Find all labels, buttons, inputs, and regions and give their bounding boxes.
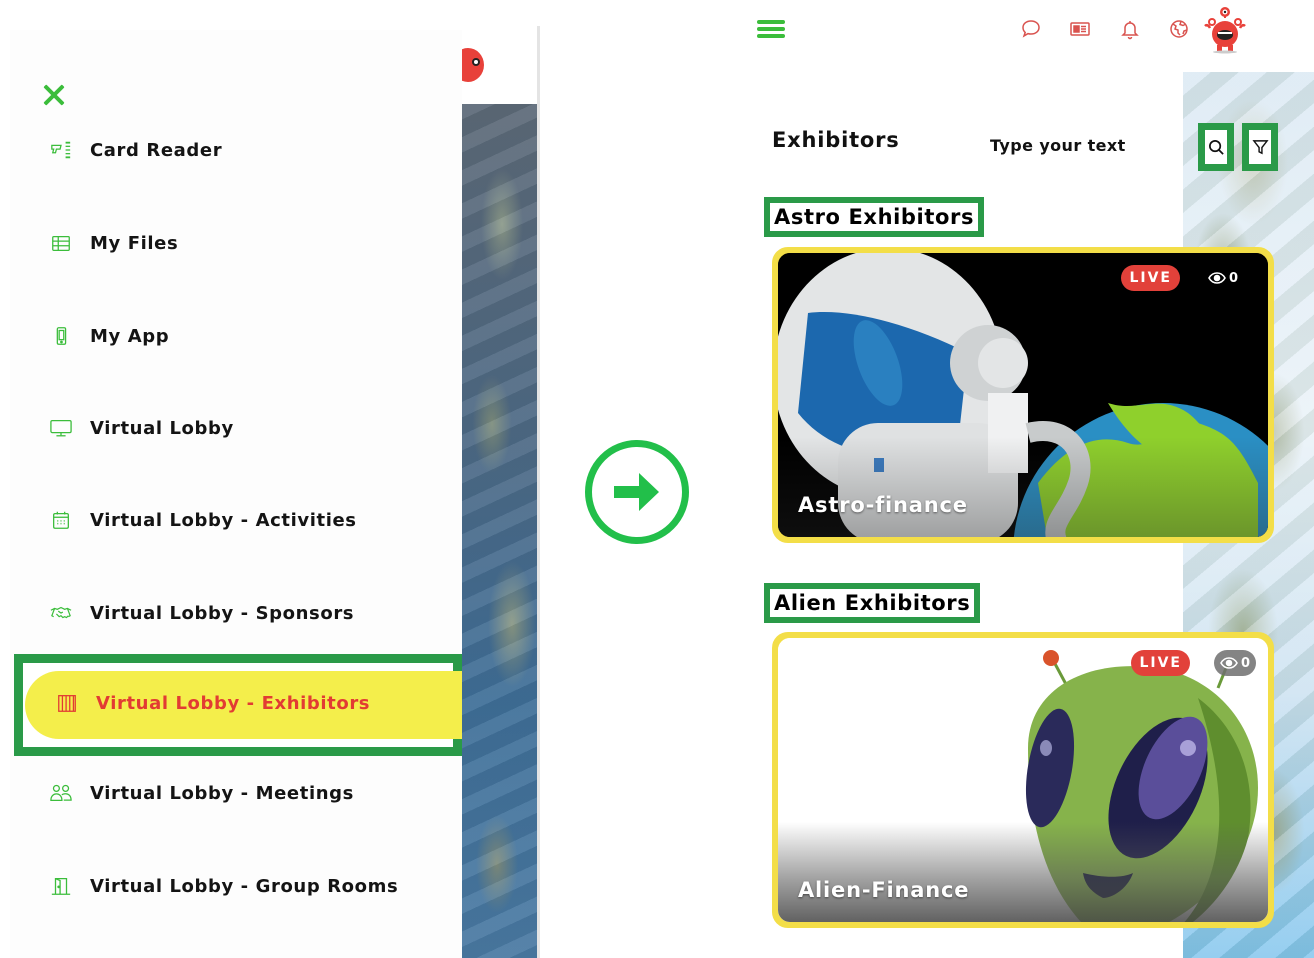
close-icon[interactable] [42,83,66,107]
search-input[interactable] [990,131,1190,159]
users-icon [48,782,74,804]
menu-item-virtual-lobby-group-rooms[interactable]: Virtual Lobby - Group Rooms [48,871,398,901]
mobile-phone-icon [48,325,74,347]
monitor-icon [48,417,74,439]
chat-icon[interactable] [1020,18,1042,40]
menu-item-label: Virtual Lobby - Meetings [90,782,354,804]
exhibitor-card-astro[interactable]: LIVE 0 Astro-finance [772,247,1274,543]
viewer-count: 0 [1202,265,1244,291]
background-image-peek [462,104,537,958]
eye-icon [1208,272,1226,284]
door-icon [48,875,74,897]
filter-icon [1251,139,1269,154]
exhibitor-card-alien[interactable]: LIVE 0 Alien-Finance [772,632,1274,928]
menu-item-label: My App [90,325,170,347]
eye-icon [1220,657,1238,669]
card-image: LIVE 0 Alien-Finance [778,638,1268,922]
calendar-icon [48,509,74,531]
menu-item-label: Virtual Lobby - Activities [90,509,357,531]
table-icon [48,232,74,254]
page-title: Exhibitors [772,128,900,152]
menu-item-virtual-lobby-sponsors[interactable]: Virtual Lobby - Sponsors [48,598,354,628]
menu-item-label: Virtual Lobby - Sponsors [90,602,355,624]
card-title: Astro-finance [798,493,968,517]
hamburger-icon[interactable] [757,18,785,40]
search-icon [1208,139,1224,155]
menu-item-label: Virtual Lobby [90,417,234,439]
monster-avatar[interactable] [1202,6,1248,54]
globe-icon[interactable] [1168,18,1190,40]
viewer-count-value: 0 [1228,270,1238,286]
menu-item-card-reader[interactable]: Card Reader [48,135,222,165]
right-screenshot-panel: Exhibitors Astro Exhibitors [740,0,1314,958]
panel-divider [537,26,540,958]
menu-item-label: My Files [90,232,179,254]
filter-button[interactable] [1242,123,1278,171]
bell-icon[interactable] [1119,18,1141,40]
menu-item-label: Virtual Lobby - Exhibitors [96,692,371,714]
menu-item-virtual-lobby[interactable]: Virtual Lobby [48,413,234,443]
search-button[interactable] [1198,123,1234,171]
card-reader-icon [48,139,74,161]
handshake-icon [48,602,74,624]
live-badge: LIVE [1131,650,1190,676]
navigation-drawer [10,30,462,958]
live-badge: LIVE [1121,265,1180,291]
menu-item-virtual-lobby-activities[interactable]: Virtual Lobby - Activities [48,505,357,535]
menu-item-my-files[interactable]: My Files [48,228,178,258]
menu-item-my-app[interactable]: My App [48,321,169,351]
menu-item-virtual-lobby-exhibitors[interactable]: Virtual Lobby - Exhibitors [54,688,370,718]
viewer-count: 0 [1213,650,1256,676]
section-heading-alien: Alien Exhibitors [764,583,981,623]
left-screenshot-panel: Card Reader My Files My App Virtual Lobb… [0,0,540,958]
section-heading-astro: Astro Exhibitors [764,197,985,237]
card-image: LIVE 0 Astro-finance [778,253,1268,537]
card-title: Alien-Finance [798,878,970,902]
viewer-count-value: 0 [1240,655,1250,671]
menu-item-virtual-lobby-meetings[interactable]: Virtual Lobby - Meetings [48,778,354,808]
arrow-right-circle-icon [585,440,689,544]
avatar-peek [462,44,484,86]
news-icon[interactable] [1069,18,1091,40]
booth-icon [54,692,80,714]
menu-item-label: Card Reader [90,139,223,161]
menu-item-label: Virtual Lobby - Group Rooms [90,875,399,897]
